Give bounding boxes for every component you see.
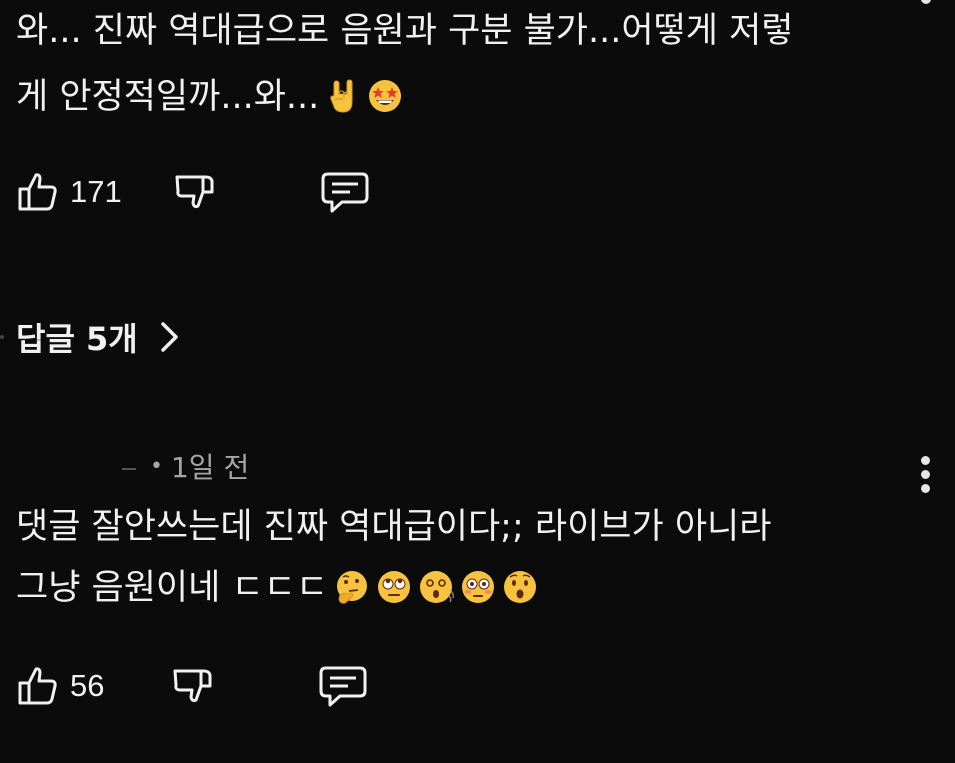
reply-meta: • 1일 전 — [16, 446, 249, 486]
star-struck-emoji — [367, 78, 403, 114]
hushed-face-emoji — [502, 569, 538, 605]
like-button[interactable]: 171 — [16, 170, 122, 214]
more-vertical-icon[interactable] — [910, 456, 940, 504]
more-button-fragment — [921, 0, 931, 4]
reply-author[interactable] — [16, 452, 136, 480]
rolling-eyes-emoji — [376, 569, 412, 605]
comment-icon — [321, 172, 369, 213]
flushed-face-emoji — [460, 569, 496, 605]
comment-text-line-2: 게 안정적일까...와... — [16, 70, 403, 124]
thinking-face-emoji — [334, 569, 370, 605]
comment-icon — [319, 666, 367, 707]
reply-like-button[interactable]: 56 — [16, 664, 104, 708]
meta-separator: • — [150, 453, 163, 479]
thumbs-up-icon — [18, 667, 57, 705]
reply-text-line-2: 그냥 음원이네 ㄷㄷㄷ — [16, 561, 538, 615]
reply-text-line-1: 댓글 잘안쓰는데 진짜 역대급이다;; 라이브가 아니라 — [16, 507, 772, 547]
thread-indicator — [0, 335, 4, 339]
rock-hand-emoji — [325, 78, 361, 114]
dizzy-face-emoji — [418, 569, 455, 605]
replies-toggle[interactable]: 답글 5개 — [16, 312, 184, 362]
thumbs-down-icon — [175, 175, 214, 209]
chevron-right-icon — [160, 322, 178, 352]
comment-actions: 171 — [16, 170, 370, 214]
reply-text-line-2-text: 그냥 음원이네 ㄷㄷㄷ — [16, 568, 329, 608]
like-count: 171 — [70, 174, 122, 209]
comment-text-line-2-text: 게 안정적일까...와... — [16, 77, 320, 117]
replies-count-label: 답글 5개 — [16, 320, 138, 358]
reply-like-count: 56 — [70, 668, 105, 703]
dislike-button[interactable] — [172, 170, 216, 214]
reply-reply-button[interactable] — [318, 664, 368, 708]
reply-dislike-button[interactable] — [170, 664, 214, 708]
reply-actions: 56 — [16, 664, 368, 708]
thumbs-down-icon — [173, 669, 212, 703]
comment-text-line: 와... 진짜 역대급으로 음원과 구분 불가...어떻게 저렇 — [16, 11, 794, 51]
thumbs-up-icon — [18, 173, 57, 211]
reply-button[interactable] — [320, 170, 370, 214]
reply-timestamp: 1일 전 — [170, 451, 250, 484]
